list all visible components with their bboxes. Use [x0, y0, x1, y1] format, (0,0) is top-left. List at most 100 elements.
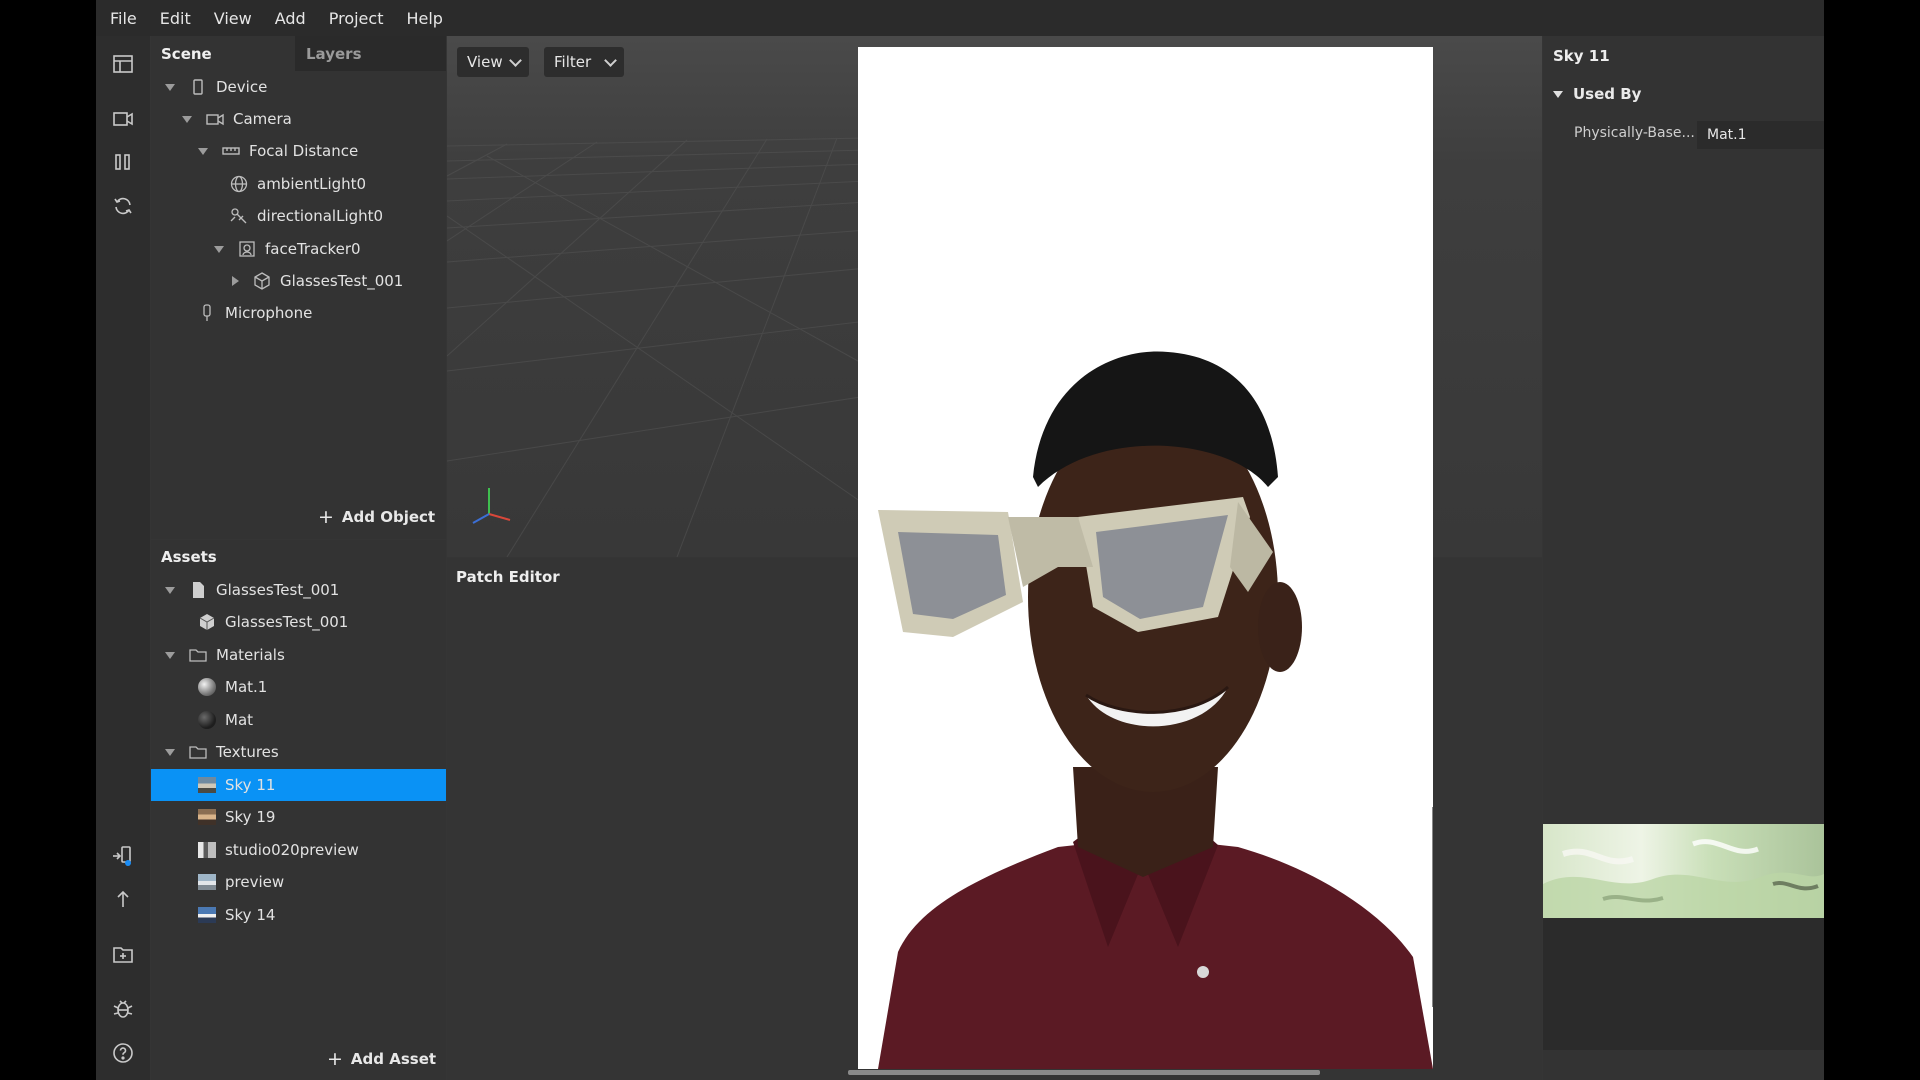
expand-icon[interactable] — [214, 245, 224, 253]
asset-folder-textures[interactable]: Textures — [165, 736, 279, 768]
expand-icon[interactable] — [182, 115, 192, 123]
scene-item-label: Microphone — [225, 304, 313, 322]
file-icon — [189, 581, 207, 599]
scene-item-label: Device — [216, 78, 268, 96]
material-sphere-icon — [198, 711, 216, 729]
filter-dropdown[interactable]: Filter — [544, 47, 624, 77]
view-dropdown[interactable]: View — [457, 47, 529, 77]
focal-distance-icon — [222, 142, 240, 160]
menu-file[interactable]: File — [110, 9, 137, 28]
asset-item-label: Sky 11 — [225, 776, 276, 794]
scene-item-face-tracker[interactable]: faceTracker0 — [214, 233, 361, 265]
material-sphere-icon — [198, 678, 216, 696]
face-tracker-icon — [238, 240, 256, 258]
left-toolbar — [96, 36, 150, 1080]
property-value-field[interactable]: Mat.1 — [1697, 121, 1824, 149]
camera-preview-image — [858, 47, 1433, 1069]
expand-icon[interactable] — [165, 651, 175, 659]
asset-item-mat[interactable]: Mat — [198, 704, 253, 736]
expand-icon[interactable] — [1553, 90, 1563, 98]
device-preview[interactable] — [858, 47, 1433, 1069]
folder-icon — [189, 646, 207, 664]
asset-item-glasses-mesh[interactable]: GlassesTest_001 — [198, 606, 348, 638]
asset-item-sky14[interactable]: Sky 14 — [198, 899, 275, 931]
tab-layers[interactable]: Layers — [295, 36, 446, 71]
scene-panel: Scene Layers Device Camera Focal Distanc… — [151, 36, 446, 539]
asset-item-preview[interactable]: preview — [198, 866, 284, 898]
asset-folder-materials[interactable]: Materials — [165, 639, 285, 671]
texture-thumbnail-icon — [198, 776, 216, 794]
scene-item-label: directionalLight0 — [257, 207, 384, 225]
scene-item-label: Camera — [233, 110, 292, 128]
texture-thumbnail-icon — [198, 841, 216, 859]
expand-icon[interactable] — [165, 83, 175, 91]
asset-item-sky11[interactable]: Sky 11 — [151, 769, 446, 801]
help-icon[interactable] — [109, 1039, 137, 1067]
asset-item-label: Sky 19 — [225, 808, 276, 826]
filter-dropdown-label: Filter — [554, 53, 592, 71]
menu-add[interactable]: Add — [275, 9, 306, 28]
menu-edit[interactable]: Edit — [160, 9, 191, 28]
inspector-title: Sky 11 — [1553, 47, 1610, 65]
menu-help[interactable]: Help — [406, 9, 442, 28]
patch-editor-title: Patch Editor — [456, 568, 560, 586]
asset-item-studio020preview[interactable]: studio020preview — [198, 834, 359, 866]
device-icon — [189, 78, 207, 96]
add-asset-button[interactable]: + Add Asset — [327, 1048, 436, 1070]
scene-item-label: GlassesTest_001 — [280, 272, 404, 290]
scene-tabs: Scene Layers — [151, 36, 446, 71]
used-by-label: Used By — [1573, 85, 1642, 103]
scene-item-focal-distance[interactable]: Focal Distance — [198, 135, 358, 167]
asset-item-glasses-file[interactable]: GlassesTest_001 — [165, 574, 339, 606]
cube-icon — [253, 272, 271, 290]
scene-item-camera[interactable]: Camera — [182, 103, 292, 135]
tab-scene[interactable]: Scene — [151, 36, 294, 71]
asset-item-mat1[interactable]: Mat.1 — [198, 671, 267, 703]
cube-icon — [198, 613, 216, 631]
horizontal-scrollbar[interactable] — [848, 1070, 1320, 1075]
expand-icon[interactable] — [198, 147, 208, 155]
camera-icon — [206, 110, 224, 128]
collapsed-icon[interactable] — [232, 276, 239, 286]
expand-icon[interactable] — [165, 748, 175, 756]
refresh-icon[interactable] — [109, 192, 137, 220]
globe-icon — [230, 175, 248, 193]
directional-light-icon — [230, 207, 248, 225]
add-asset-label: Add Asset — [350, 1050, 437, 1068]
asset-item-sky19[interactable]: Sky 19 — [198, 801, 275, 833]
microphone-icon — [198, 304, 216, 322]
add-folder-icon[interactable] — [109, 940, 137, 968]
add-object-button[interactable]: + Add Object — [318, 506, 435, 528]
plus-icon: + — [327, 1048, 343, 1070]
video-icon[interactable] — [109, 105, 137, 133]
scene-item-label: faceTracker0 — [265, 240, 361, 258]
asset-item-label: Sky 14 — [225, 906, 276, 924]
view-dropdown-label: View — [467, 53, 503, 71]
texture-thumbnail-icon — [198, 808, 216, 826]
texture-preview-image — [1543, 824, 1824, 918]
scene-item-microphone[interactable]: Microphone — [198, 297, 312, 329]
assets-title: Assets — [161, 548, 217, 566]
asset-item-label: studio020preview — [225, 841, 359, 859]
asset-item-label: Mat — [225, 711, 254, 729]
scene-item-label: ambientLight0 — [257, 175, 367, 193]
upload-icon[interactable] — [109, 885, 137, 913]
send-to-device-icon[interactable] — [109, 842, 137, 870]
scene-item-glasses[interactable]: GlassesTest_001 — [232, 265, 403, 297]
preview-scrollbar[interactable] — [1432, 807, 1433, 1007]
layout-icon[interactable] — [109, 50, 137, 78]
menu-bar: File Edit View Add Project Help — [96, 0, 1824, 36]
bug-icon[interactable] — [109, 995, 137, 1023]
scene-item-device[interactable]: Device — [165, 71, 267, 103]
texture-preview-area — [1543, 758, 1824, 1050]
assets-panel: Assets GlassesTest_001 GlassesTest_001 M… — [151, 540, 446, 1080]
expand-icon[interactable] — [165, 586, 175, 594]
pause-icon[interactable] — [109, 148, 137, 176]
used-by-section[interactable]: Used By — [1553, 85, 1641, 103]
add-object-label: Add Object — [341, 508, 436, 526]
folder-icon — [189, 743, 207, 761]
scene-item-directional-light[interactable]: directionalLight0 — [230, 200, 383, 232]
menu-project[interactable]: Project — [329, 9, 384, 28]
scene-item-ambient-light[interactable]: ambientLight0 — [230, 168, 366, 200]
menu-view[interactable]: View — [214, 9, 252, 28]
